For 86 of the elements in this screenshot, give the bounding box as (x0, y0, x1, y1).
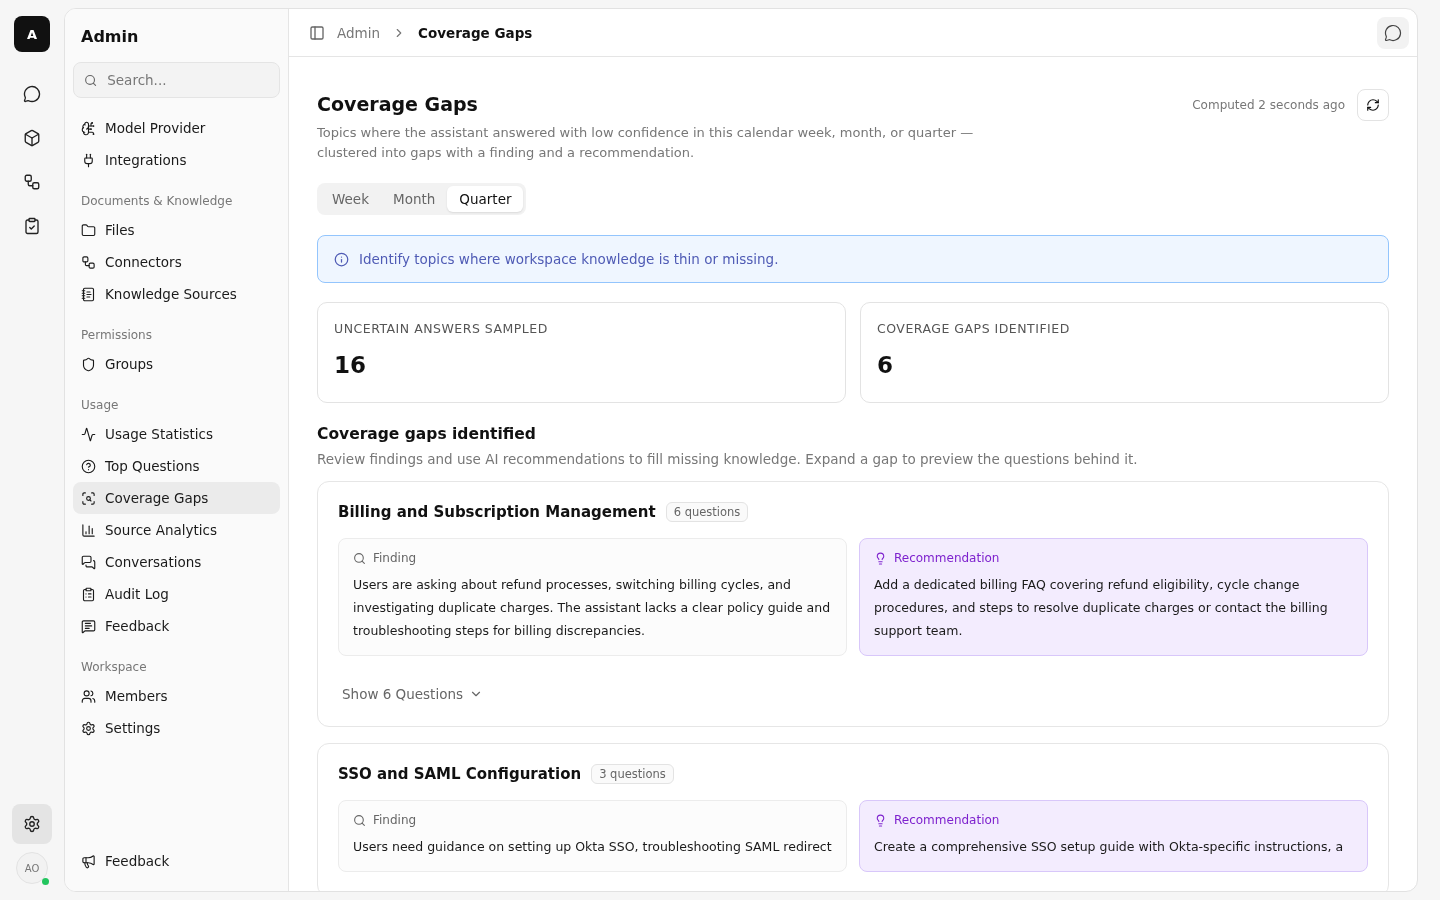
search-icon (353, 813, 366, 827)
sidebar-item[interactable]: Model Provider (73, 112, 280, 144)
lightbulb-icon (874, 551, 887, 565)
shield-icon (81, 356, 96, 372)
chat-button[interactable] (1377, 16, 1409, 49)
settings-button[interactable] (12, 804, 52, 844)
workflow-icon (23, 173, 41, 191)
chat-bubbles-icon (81, 554, 96, 570)
sidebar-item[interactable]: Feedback (73, 610, 280, 642)
app-logo[interactable]: A (14, 16, 50, 52)
panel-label: Recommendation (894, 551, 1000, 565)
stat-label: UNCERTAIN ANSWERS SAMPLED (334, 321, 549, 336)
section-description: Review findings and use AI recommendations to fill missing knowledge. Expand a gap to preview the questions behind it. (317, 451, 1139, 467)
search-icon (353, 551, 366, 565)
gap-title: SSO and SAML Configuration (338, 765, 582, 783)
breadcrumb-item[interactable]: Admin (337, 24, 381, 41)
period-tab[interactable]: Week (320, 186, 381, 212)
breadcrumb-item: Coverage Gaps (418, 24, 533, 41)
settings-icon (23, 815, 41, 833)
sidebar-item[interactable]: Top Questions (73, 450, 280, 482)
sidebar-item[interactable]: Groups (73, 348, 280, 380)
show-questions-button[interactable]: Show 6 Questions (338, 686, 487, 702)
page-subtitle: Topics where the assistant answered with low confidence in this calendar week, month, or quarter — clustered into gaps with a finding and a recommendation. (317, 124, 975, 162)
clipboard-icon (81, 586, 96, 602)
user-avatar[interactable]: AO (16, 852, 48, 884)
sidebar-item[interactable]: Source Analytics (73, 514, 280, 546)
sidebar-item[interactable]: Integrations (73, 144, 280, 176)
panel-label: Finding (373, 551, 417, 565)
megaphone-icon (81, 853, 96, 869)
folder-icon (81, 222, 96, 238)
chat-icon (23, 85, 41, 103)
notebook-icon (81, 286, 96, 302)
section-heading: Documents & Knowledge (80, 194, 234, 208)
scan-icon (81, 490, 96, 506)
panel-label: Finding (373, 813, 417, 827)
sidebar-item[interactable]: Settings (73, 712, 280, 744)
activity-icon (81, 426, 96, 442)
brain-icon (81, 120, 96, 136)
sidebar-item[interactable]: Knowledge Sources (73, 278, 280, 310)
sidebar-item[interactable]: Usage Statistics (73, 418, 280, 450)
period-tab[interactable]: Quarter (447, 186, 524, 212)
sidebar-item[interactable]: Coverage Gaps (73, 482, 280, 514)
sidebar-item[interactable]: Connectors (73, 246, 280, 278)
computed-time: Computed 2 seconds ago (1192, 98, 1345, 112)
question-count: 3 questions (591, 764, 674, 784)
workflow-icon (81, 254, 96, 270)
message-icon (81, 618, 96, 634)
bar-chart-icon (81, 522, 96, 538)
settings-icon (81, 720, 96, 736)
search-input[interactable]: Search... (105, 71, 269, 89)
recommendation-text: Add a dedicated billing FAQ covering refund eligibility, cycle change procedures, and steps to resolve duplicate charges or contact the billing support team. (874, 576, 1329, 640)
lightbulb-icon (874, 813, 887, 827)
page-title: Coverage Gaps (317, 93, 479, 115)
section-heading: Permissions (80, 328, 153, 342)
panel-label: Recommendation (894, 813, 1000, 827)
section-heading: Workspace (80, 660, 148, 674)
search-field[interactable]: Search... (73, 62, 280, 98)
question-count: 6 questions (665, 502, 749, 522)
users-icon (81, 688, 96, 704)
plug-icon (81, 152, 96, 168)
sidebar-toggle-icon[interactable] (309, 24, 325, 41)
section-heading: Usage (80, 398, 120, 412)
cube-icon (23, 129, 41, 147)
feedback-link[interactable]: Feedback (73, 845, 280, 877)
sidebar-item[interactable]: Conversations (73, 546, 280, 578)
refresh-button[interactable] (1357, 89, 1389, 121)
info-icon (334, 251, 349, 267)
banner-text: Identify topics where workspace knowledge is thin or missing. (359, 251, 779, 267)
period-tab[interactable]: Month (381, 186, 448, 212)
sidebar-item[interactable]: Members (73, 680, 280, 712)
help-circle-icon (81, 458, 96, 474)
stat-value: 16 (334, 352, 367, 378)
refresh-icon (1366, 98, 1380, 112)
clipboard-icon (23, 217, 41, 235)
gap-title: Billing and Subscription Management (338, 503, 656, 521)
search-icon (84, 72, 98, 88)
finding-text: Users are asking about refund processes, switching billing cycles, and investigating duplicate charges. The assistant lacks a clear policy guide and troubleshooting steps for billing discrepancies. (353, 576, 832, 640)
stat-label: COVERAGE GAPS IDENTIFIED (877, 321, 1071, 336)
sidebar-item[interactable]: Audit Log (73, 578, 280, 610)
chat-icon (1384, 23, 1402, 42)
finding-text: Users need guidance on setting up Okta SSO, troubleshooting SAML redirect (353, 838, 832, 856)
sidebar-title: Admin (80, 27, 140, 46)
stat-value: 6 (877, 352, 894, 378)
section-title: Coverage gaps identified (317, 425, 537, 443)
recommendation-text: Create a comprehensive SSO setup guide with Okta-specific instructions, a (874, 838, 1345, 856)
sidebar-item[interactable]: Files (73, 214, 280, 246)
